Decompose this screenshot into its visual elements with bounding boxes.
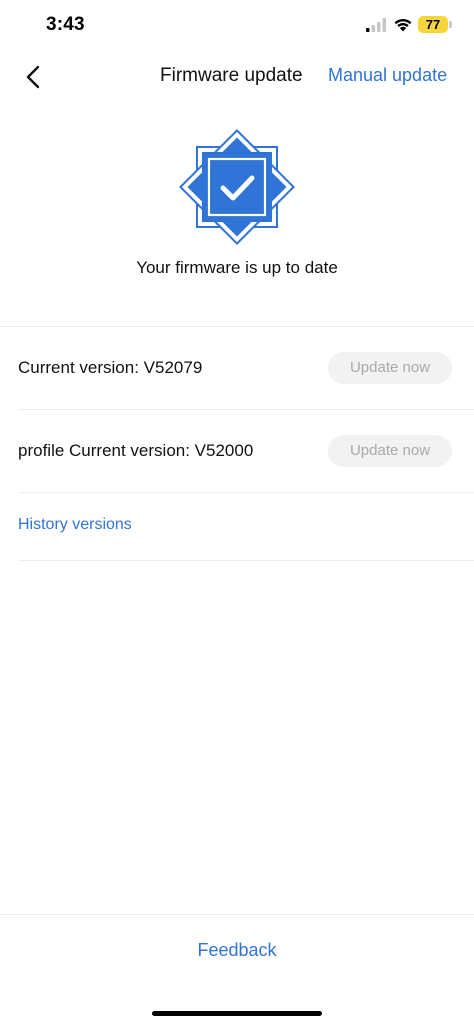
nav-bar: Firmware update Manual update bbox=[0, 50, 474, 102]
status-bar: 3:43 77 bbox=[0, 0, 474, 50]
firmware-status-message: Your firmware is up to date bbox=[136, 258, 338, 277]
current-version-label: Current version: V52079 bbox=[18, 358, 203, 377]
profile-version-row: profile Current version: V52000 Update n… bbox=[0, 410, 474, 492]
manual-update-button[interactable]: Manual update bbox=[328, 65, 447, 86]
battery-indicator: 77 bbox=[418, 16, 448, 33]
divider bbox=[18, 560, 474, 561]
firmware-version-row: Current version: V52079 Update now bbox=[0, 327, 474, 409]
status-time: 3:43 bbox=[46, 14, 85, 35]
footer-divider bbox=[0, 914, 474, 915]
update-now-button[interactable]: Update now bbox=[328, 352, 452, 384]
verified-check-icon bbox=[179, 129, 295, 245]
home-indicator bbox=[152, 1011, 322, 1016]
update-now-button-profile[interactable]: Update now bbox=[328, 435, 452, 467]
history-versions-link[interactable]: History versions bbox=[18, 516, 132, 534]
page-title: Firmware update bbox=[160, 65, 303, 86]
wifi-icon bbox=[394, 18, 412, 32]
divider bbox=[18, 492, 474, 493]
profile-version-label: profile Current version: V52000 bbox=[18, 441, 254, 460]
back-chevron-icon[interactable] bbox=[18, 60, 52, 94]
feedback-button[interactable]: Feedback bbox=[0, 940, 474, 961]
cellular-signal-icon bbox=[366, 18, 386, 32]
battery-tip bbox=[449, 21, 452, 28]
